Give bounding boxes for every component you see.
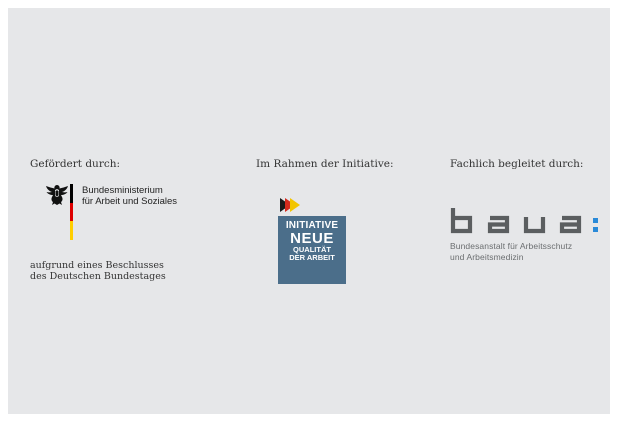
inqa-arrows-icon: [280, 198, 300, 212]
note-line-1: aufgrund eines Beschlusses: [30, 260, 164, 271]
accompanied-by-section: Fachlich begleitet durch: Bundesanstalt …: [450, 158, 615, 262]
bundestag-note: aufgrund eines Beschlusses des Deutschen…: [30, 260, 166, 282]
funded-by-heading: Gefördert durch:: [30, 158, 121, 170]
logo-banner: Gefördert durch: Bundesministerium für A…: [8, 8, 610, 414]
accompanied-by-heading: Fachlich begleitet durch:: [450, 158, 584, 170]
funded-by-section: Gefördert durch: Bundesministerium für A…: [30, 158, 230, 282]
baua-subtitle: Bundesanstalt für Arbeitsschutz und Arbe…: [450, 241, 572, 263]
inqa-line-4: DER ARBEIT: [289, 253, 335, 262]
federal-eagle-icon: [46, 185, 68, 205]
note-line-2: des Deutschen Bundestages: [30, 271, 166, 282]
ministry-line-1: Bundesministerium: [82, 185, 163, 196]
baua-sub-line-2: und Arbeitsmedizin: [450, 252, 524, 262]
inqa-wordmark: INITIATIVE NEUE QUALITÄT DER ARBEIT: [278, 220, 346, 262]
german-flag-stripe: [70, 184, 73, 240]
baua-wordmark-icon: [450, 208, 598, 234]
initiative-section: Im Rahmen der Initiative: INITIATIVE NEU…: [256, 158, 436, 284]
ministry-name: Bundesministerium für Arbeit und Soziale…: [82, 185, 177, 207]
baua-sub-line-1: Bundesanstalt für Arbeitsschutz: [450, 241, 573, 251]
initiative-heading: Im Rahmen der Initiative:: [256, 158, 394, 170]
ministry-line-2: für Arbeit und Soziales: [82, 196, 178, 207]
inqa-logo: INITIATIVE NEUE QUALITÄT DER ARBEIT: [278, 194, 348, 284]
baua-logo: Bundesanstalt für Arbeitsschutz und Arbe…: [450, 206, 610, 274]
bmas-logo: Bundesministerium für Arbeit und Soziale…: [30, 184, 220, 244]
inqa-line-2: NEUE: [290, 230, 334, 247]
